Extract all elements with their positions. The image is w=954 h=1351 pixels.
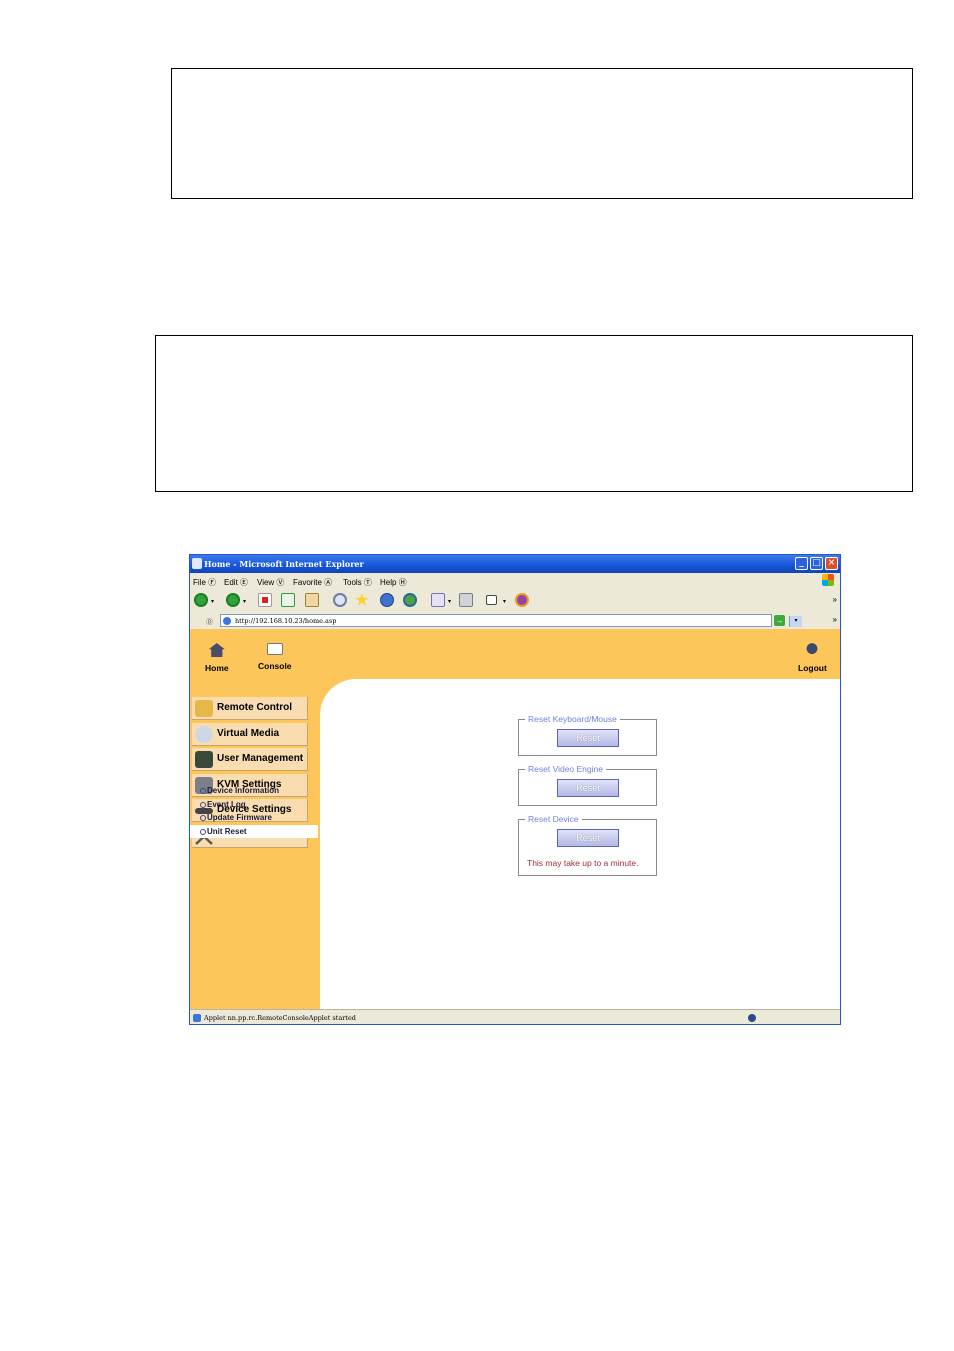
windows-logo-icon [822, 574, 834, 586]
toolbar: ▾ ▾ ▾ ▾ » [190, 589, 840, 613]
nav-home-label: Home [205, 663, 229, 673]
minimize-button[interactable]: _ [795, 557, 808, 570]
bullet-icon [200, 828, 206, 835]
address-field[interactable]: http://192.168.10.23/home.asp ▾ [220, 614, 802, 627]
status-text: Applet nn.pp.rc.RemoteConsoleApplet star… [204, 1014, 356, 1022]
url-text[interactable]: http://192.168.10.23/home.asp [235, 617, 336, 625]
reset-device-group: Reset Device Reset This may take up to a… [518, 814, 657, 876]
document-frame-middle [155, 335, 913, 492]
bullet-icon [200, 788, 206, 794]
reset-device-button[interactable]: Reset [557, 829, 619, 847]
reset-video-engine-button[interactable]: Reset [557, 779, 619, 797]
virtual-media-icon [195, 725, 213, 743]
submenu-label: Device Information [207, 786, 280, 795]
submenu-label: Update Firmware [207, 813, 272, 822]
reset-video-engine-legend: Reset Video Engine [525, 764, 606, 774]
menu-help[interactable]: Help Ⓗ [380, 577, 407, 588]
logout-icon [804, 643, 821, 657]
nav-logout-label: Logout [798, 663, 827, 673]
refresh-icon[interactable] [281, 593, 295, 607]
go-button[interactable]: → [774, 615, 785, 626]
back-icon[interactable] [194, 593, 208, 607]
browser-window: Home - Microsoft Internet Explorer _ □ ×… [189, 554, 841, 1025]
title-bar[interactable]: Home - Microsoft Internet Explorer _ □ × [190, 555, 840, 573]
reset-device-note: This may take up to a minute. [527, 858, 639, 868]
address-label: Ⓓ [206, 619, 213, 626]
menu-favorite[interactable]: Favorite Ⓐ [293, 577, 332, 588]
user-management-icon [195, 751, 213, 769]
nav-console[interactable]: Console [258, 643, 292, 671]
mail-icon[interactable] [431, 593, 445, 607]
mail-dropdown-icon[interactable]: ▾ [448, 598, 451, 605]
house-icon [208, 643, 225, 657]
sidebar-item-label: Virtual Media [217, 727, 280, 739]
maximize-button[interactable]: □ [810, 557, 823, 570]
applet-icon [193, 1014, 201, 1022]
close-button[interactable]: × [825, 557, 838, 570]
home-icon[interactable] [305, 593, 319, 607]
web-page: Home Console Logout Remote Control Virtu… [190, 629, 840, 1009]
reset-device-legend: Reset Device [525, 814, 582, 824]
address-dropdown-icon[interactable]: ▾ [789, 616, 802, 627]
sidebar-item-label: User Management [217, 753, 304, 765]
reset-keyboard-mouse-button[interactable]: Reset [557, 729, 619, 747]
nav-home[interactable]: Home [205, 643, 229, 673]
nav-console-label: Console [258, 661, 292, 671]
toolbar-overflow-icon[interactable]: » [833, 595, 837, 604]
submenu-unit-reset[interactable]: Unit Reset [190, 824, 318, 838]
edit-icon[interactable] [486, 595, 497, 605]
stop-icon[interactable] [258, 593, 272, 607]
document-frame-top [171, 68, 913, 199]
menu-edit[interactable]: Edit Ⓔ [224, 577, 248, 588]
messenger-icon[interactable] [515, 593, 529, 607]
print-icon[interactable] [459, 593, 473, 607]
sidebar-item-remote-control[interactable]: Remote Control [192, 697, 308, 720]
sidebar-item-user-management[interactable]: User Management [192, 748, 308, 772]
back-dropdown-icon[interactable]: ▾ [211, 598, 214, 605]
forward-icon[interactable] [226, 593, 240, 607]
favorites-icon[interactable] [355, 593, 369, 606]
menu-file[interactable]: File Ⓕ [193, 577, 216, 588]
nav-logout[interactable]: Logout [798, 643, 827, 673]
submenu-label: Unit Reset [207, 826, 247, 836]
reset-video-engine-group: Reset Video Engine Reset [518, 764, 657, 806]
address-overflow-icon[interactable]: » [833, 615, 837, 624]
address-bar: Ⓓ http://192.168.10.23/home.asp ▾ → » [190, 613, 840, 629]
sidebar-item-label: Remote Control [217, 702, 292, 713]
submenu-device-information[interactable]: Device Information [190, 784, 318, 798]
remote-control-icon [195, 700, 213, 717]
bullet-icon [200, 801, 206, 808]
status-bar: Applet nn.pp.rc.RemoteConsoleApplet star… [190, 1009, 840, 1024]
page-icon [223, 617, 231, 625]
reset-keyboard-mouse-legend: Reset Keyboard/Mouse [525, 714, 620, 724]
menu-bar: File Ⓕ Edit Ⓔ View Ⓥ Favorite Ⓐ Tools Ⓣ … [190, 573, 840, 589]
forward-dropdown-icon[interactable]: ▾ [243, 598, 246, 605]
edit-dropdown-icon[interactable]: ▾ [503, 598, 506, 605]
media-icon[interactable] [380, 593, 394, 607]
internet-zone-icon [748, 1014, 756, 1022]
reset-keyboard-mouse-group: Reset Keyboard/Mouse Reset [518, 714, 657, 756]
window-title: Home - Microsoft Internet Explorer [204, 559, 364, 569]
submenu-update-firmware[interactable]: Update Firmware [190, 811, 318, 825]
menu-tools[interactable]: Tools Ⓣ [343, 577, 372, 588]
maintenance-submenu: Device Information Event Log Update Firm… [190, 784, 318, 838]
ie-icon [192, 558, 202, 569]
search-icon[interactable] [333, 593, 347, 607]
console-icon [266, 643, 283, 655]
history-icon[interactable] [403, 593, 417, 607]
submenu-event-log[interactable]: Event Log [190, 798, 318, 812]
bullet-icon [200, 815, 206, 821]
sidebar-item-virtual-media[interactable]: Virtual Media [192, 722, 308, 746]
submenu-label: Event Log [207, 799, 246, 809]
menu-view[interactable]: View Ⓥ [257, 577, 284, 588]
